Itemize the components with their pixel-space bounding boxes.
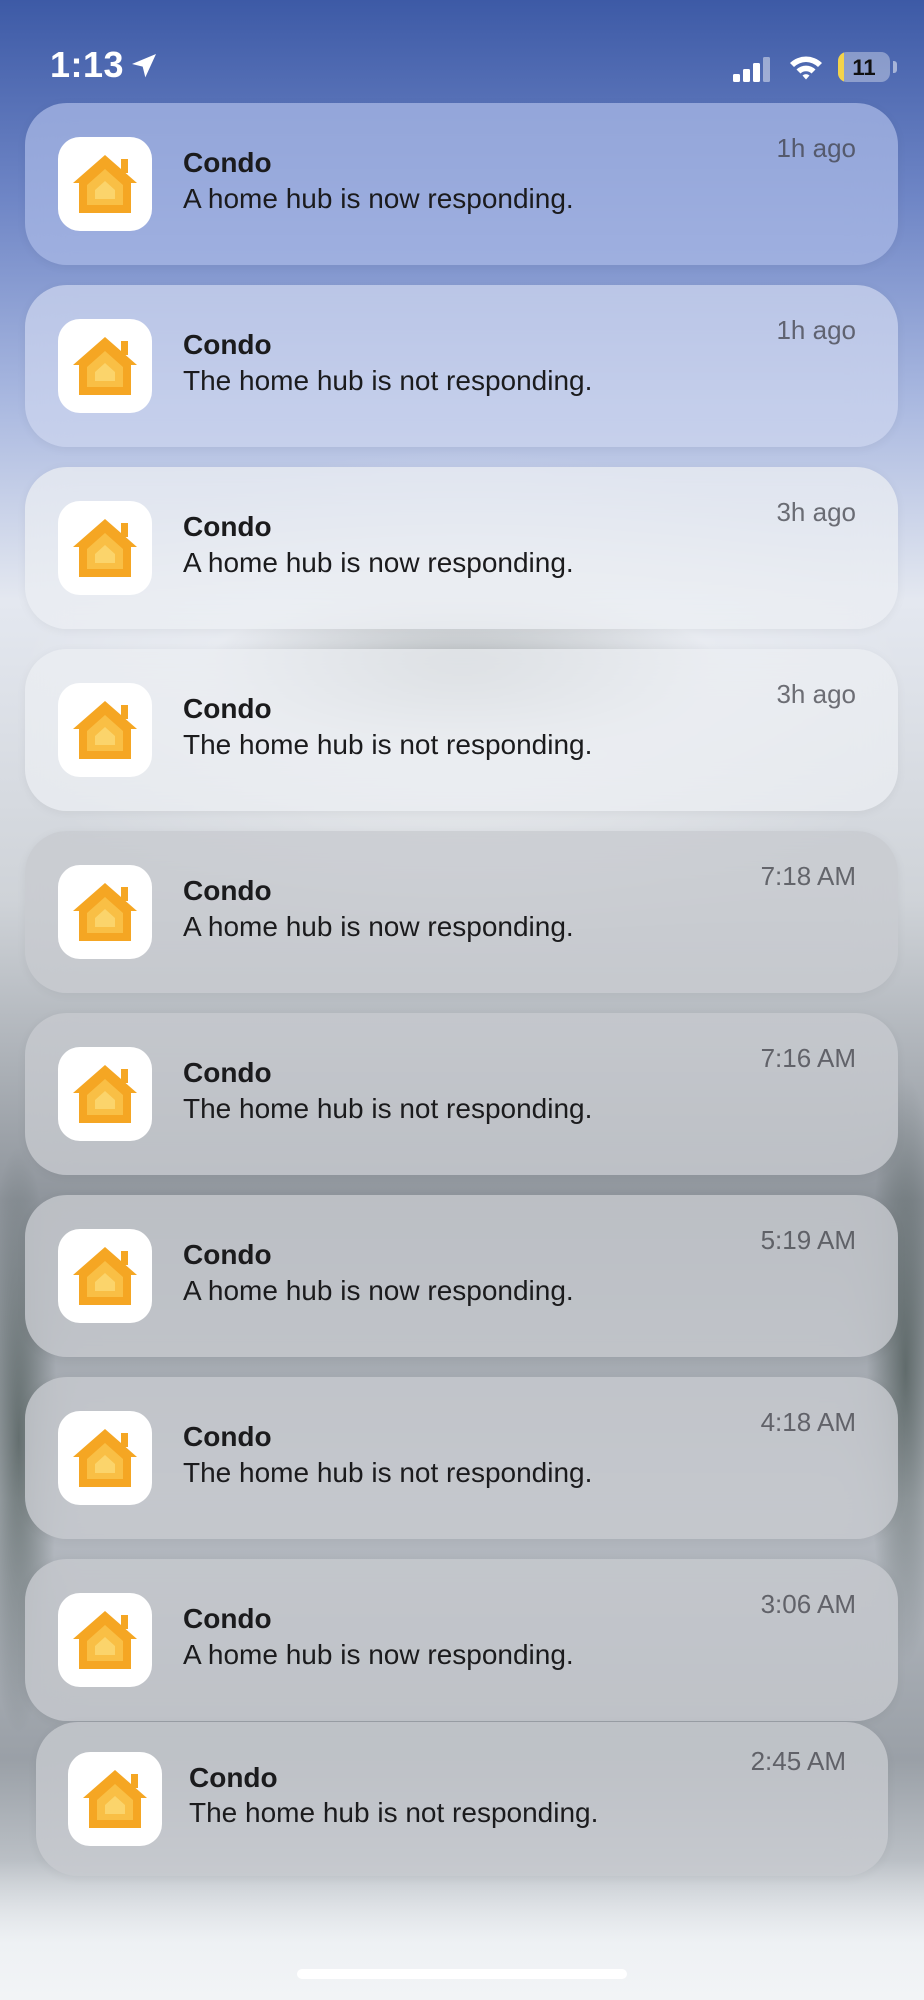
notification-card[interactable]: Condo A home hub is now responding. 5:19… [25,1195,898,1357]
notification-body: The home hub is not responding. [183,365,593,396]
home-indicator[interactable] [297,1969,627,1979]
cellular-signal-icon [733,57,770,82]
notification-title: Condo [183,1603,272,1634]
notification-time: 7:16 AM [760,1043,856,1073]
notification-time: 4:18 AM [760,1407,856,1437]
notification-card[interactable]: Condo A home hub is now responding. 3:06… [25,1559,898,1721]
home-app-icon [58,865,152,959]
notification-time: 3h ago [776,679,856,709]
notification-body: A home hub is now responding. [183,547,574,578]
notification-title: Condo [183,511,272,542]
notification-time: 7:18 AM [760,861,856,891]
notification-card[interactable]: Condo A home hub is now responding. 1h a… [25,103,898,265]
notification-time: 1h ago [776,315,856,345]
wallpaper-snow [0,1860,924,2000]
notification-body: The home hub is not responding. [183,1457,593,1488]
notification-card[interactable]: Condo A home hub is now responding. 7:18… [25,831,898,993]
notification-title: Condo [183,329,272,360]
notification-body: The home hub is not responding. [183,1093,593,1124]
battery-level: 11 [852,55,876,80]
notification-time: 5:19 AM [760,1225,856,1255]
notification-title: Condo [183,1057,272,1088]
home-app-icon [58,319,152,413]
notification-body: A home hub is now responding. [183,911,574,942]
notification-card[interactable]: Condo The home hub is not responding. 7:… [25,1013,898,1175]
notification-time: 2:45 AM [750,1746,846,1776]
home-app-icon [58,683,152,777]
home-app-icon [58,1047,152,1141]
notification-title: Condo [183,147,272,178]
home-app-icon [58,501,152,595]
home-app-icon [68,1752,162,1846]
location-arrow-icon [132,54,156,78]
home-app-icon [58,1229,152,1323]
home-app-icon [58,1593,152,1687]
notification-card[interactable]: Condo The home hub is not responding. 3h… [25,649,898,811]
notification-time: 3h ago [776,497,856,527]
wifi-icon [790,56,822,80]
notification-time: 1h ago [776,133,856,163]
notification-card[interactable]: Condo The home hub is not responding. 2:… [36,1722,888,1876]
notification-title: Condo [183,1421,272,1452]
notification-body: A home hub is now responding. [183,1275,574,1306]
home-app-icon [58,1411,152,1505]
home-app-icon [58,137,152,231]
notification-title: Condo [183,693,272,724]
battery-icon: 11 [838,52,890,82]
notification-body: The home hub is not responding. [189,1797,599,1828]
notification-card[interactable]: Condo The home hub is not responding. 4:… [25,1377,898,1539]
notification-title: Condo [183,875,272,906]
notification-time: 3:06 AM [760,1589,856,1619]
notification-card[interactable]: Condo The home hub is not responding. 1h… [25,285,898,447]
notification-title: Condo [189,1762,278,1793]
status-time: 1:13 [50,44,125,85]
notification-body: A home hub is now responding. [183,183,574,214]
notification-body: The home hub is not responding. [183,729,593,760]
battery-cap [893,61,897,73]
notification-title: Condo [183,1239,272,1270]
notification-card[interactable]: Condo A home hub is now responding. 3h a… [25,467,898,629]
notification-body: A home hub is now responding. [183,1639,574,1670]
